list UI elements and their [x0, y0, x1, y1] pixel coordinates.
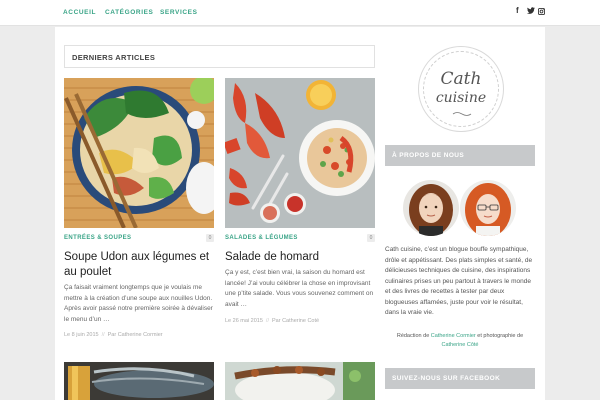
- logo-flourish-icon: [452, 112, 472, 116]
- post-thumbnail-next-2[interactable]: [225, 362, 375, 400]
- widget-header-about: À PROPOS DE NOUS: [385, 145, 535, 166]
- credit-link-writer[interactable]: Catherine Cormier: [431, 333, 476, 339]
- author-credit: Rédaction de Catherine Cormier et photog…: [385, 332, 535, 350]
- post-thumbnail-next-1[interactable]: [64, 362, 214, 400]
- credit-mid: et photographie de: [477, 333, 524, 339]
- post-thumbnail-lobster[interactable]: [225, 78, 375, 228]
- post-title[interactable]: Soupe Udon aux légumes et au poulet: [64, 250, 214, 280]
- about-description: Cath cuisine, c’est un blogue bouffe sym…: [385, 246, 533, 316]
- section-header-latest-articles: DERNIERS ARTICLES: [64, 45, 375, 68]
- credit-prefix: Rédaction de: [396, 333, 430, 339]
- post-excerpt: Ça faisait vraiment longtemps que je vou…: [64, 284, 213, 323]
- comment-count-badge[interactable]: 0: [367, 234, 375, 242]
- widget-title: À PROPOS DE NOUS: [392, 152, 465, 159]
- post-category[interactable]: ENTRÉES & SOUPES: [64, 234, 154, 242]
- post-date: Le 26 mai 2015: [225, 318, 263, 324]
- facebook-icon[interactable]: f: [516, 6, 519, 15]
- widget-header-facebook: SUIVEZ-NOUS SUR FACEBOOK: [385, 368, 535, 389]
- post-title[interactable]: Salade de homard: [225, 250, 375, 265]
- author-avatar-2: [460, 180, 516, 236]
- widget-title: SUIVEZ-NOUS SUR FACEBOOK: [392, 375, 501, 382]
- logo-line-cath: Cath: [440, 69, 482, 89]
- nav-item-accueil[interactable]: ACCUEIL: [63, 9, 96, 16]
- post-meta: Le 8 juin 2015//Par Catherine Cormier: [64, 332, 163, 338]
- credit-link-photographer[interactable]: Catherine Côté: [442, 342, 479, 348]
- post-excerpt: Ça y est, c’est bien vrai, la saison du …: [225, 269, 374, 308]
- comment-count-badge[interactable]: 0: [206, 234, 214, 242]
- logo-line-cuisine: cuisine: [435, 90, 487, 106]
- instagram-icon[interactable]: [538, 8, 545, 17]
- post-meta: Le 26 mai 2015//Par Catherine Coté: [225, 318, 320, 324]
- section-title: DERNIERS ARTICLES: [72, 53, 156, 62]
- twitter-icon[interactable]: [527, 7, 535, 16]
- post-category[interactable]: SALADES & LÉGUMES: [225, 234, 315, 242]
- post-author[interactable]: Par Catherine Coté: [272, 318, 319, 324]
- post-thumbnail-udon[interactable]: [64, 78, 214, 228]
- author-avatar-1: [403, 180, 459, 236]
- site-logo[interactable]: Cath cuisine: [418, 46, 504, 132]
- nav-item-services[interactable]: SERVICES: [160, 9, 198, 16]
- top-navigation-bar: ACCUEIL CATÉGORIES SERVICES f: [0, 0, 600, 26]
- nav-item-categories[interactable]: CATÉGORIES: [105, 9, 154, 16]
- post-author[interactable]: Par Catherine Cormier: [108, 332, 163, 338]
- post-date: Le 8 juin 2015: [64, 332, 99, 338]
